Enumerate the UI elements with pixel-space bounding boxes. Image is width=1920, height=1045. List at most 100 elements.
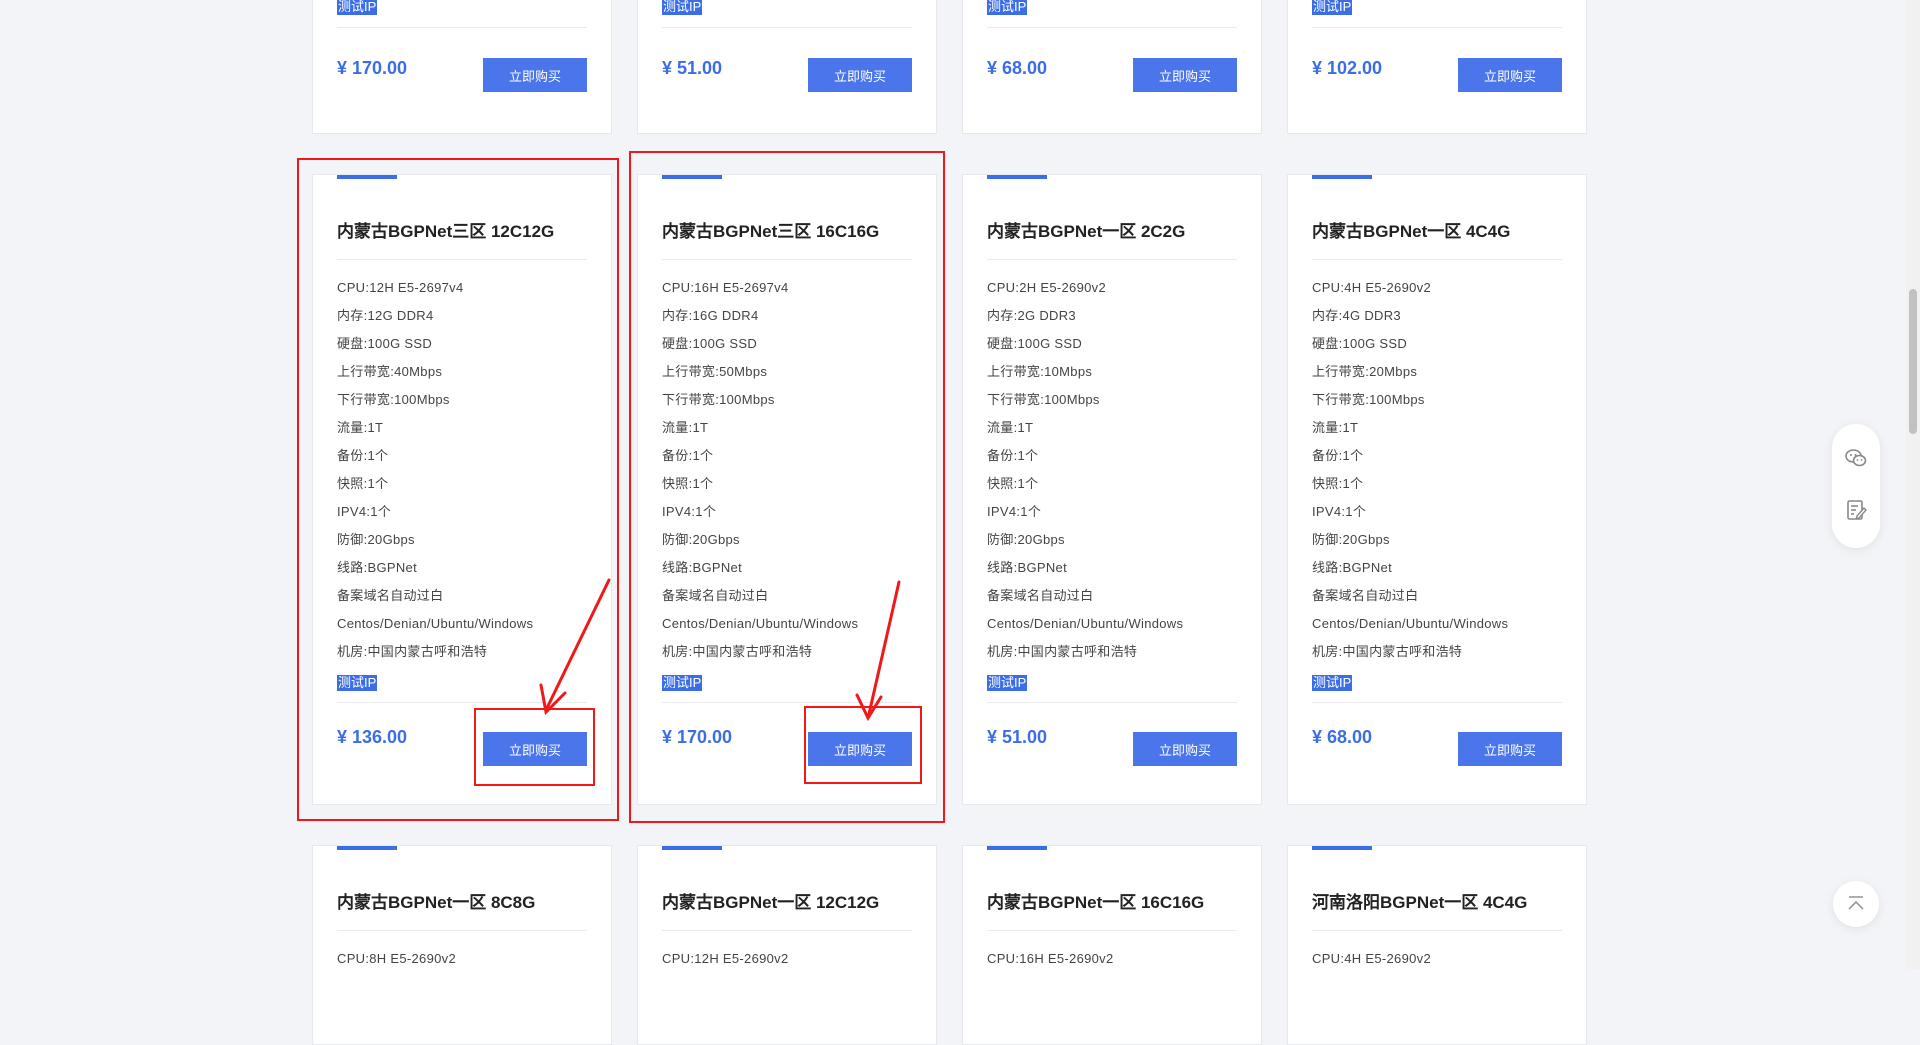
spec-item: 线路:BGPNet (987, 560, 1067, 575)
product-name: 内蒙古BGPNet一区 2C2G (987, 222, 1186, 241)
spec-item: CPU:12H E5-2690v2 (662, 951, 789, 966)
spec-item: Centos/Denian/Ubuntu/Windows (662, 616, 859, 631)
product-card: 内蒙古BGPNet三区 12C12G CPU:12H E5-2697v4 内存:… (312, 174, 612, 805)
card-accent (662, 846, 722, 850)
spec-item: 下行带宽:100Mbps (337, 392, 450, 407)
spec-item: IPV4:1个 (662, 504, 717, 519)
buy-now-button[interactable]: 立即购买 (1133, 58, 1237, 92)
spec-item: IPV4:1个 (987, 504, 1042, 519)
price: ¥ 51.00 (987, 727, 1048, 747)
spec-item: IPV4:1个 (1312, 504, 1367, 519)
buy-now-button[interactable]: 立即购买 (1458, 58, 1562, 92)
card-accent (337, 175, 397, 179)
spec-item: 防御:20Gbps (987, 532, 1065, 547)
product-name: 内蒙古BGPNet三区 16C16G (662, 222, 880, 241)
buy-now-button[interactable]: 立即购买 (1458, 732, 1562, 766)
annotation-arrows (539, 578, 901, 722)
spec-item: 线路:BGPNet (1312, 560, 1392, 575)
spec-item: 流量:1T (337, 420, 384, 435)
test-ip-link[interactable]: 测试IP (337, 0, 378, 15)
spec-item: 机房:中国内蒙古呼和浩特 (662, 644, 813, 659)
test-ip-link[interactable]: 测试IP (987, 0, 1028, 15)
spec-item: 上行带宽:10Mbps (987, 364, 1093, 379)
arrow-up-icon (1848, 896, 1864, 910)
spec-item: 硬盘:100G SSD (662, 336, 758, 351)
test-ip-link[interactable]: 测试IP (1312, 675, 1353, 691)
spec-item: 内存:12G DDR4 (337, 308, 434, 323)
spec-item: 快照:1个 (662, 476, 714, 491)
spec-item: IPV4:1个 (337, 504, 392, 519)
wechat-icon[interactable] (1844, 446, 1868, 470)
card-accent (987, 846, 1047, 850)
test-ip-link[interactable]: 测试IP (662, 0, 703, 15)
spec-item: Centos/Denian/Ubuntu/Windows (987, 616, 1184, 631)
scrollbar-thumb[interactable] (1909, 289, 1917, 434)
product-card: 测试IP ¥ 51.00 立即购买 (637, 0, 937, 134)
spec-list: CPU:4H E5-2690v2 内存:4G DDR3 硬盘:100G SSD … (1312, 279, 1508, 671)
spec-item: 线路:BGPNet (337, 560, 417, 575)
spec-item: 备份:1个 (662, 448, 714, 463)
spec-item: CPU:4H E5-2690v2 (1312, 951, 1431, 966)
spec-item: 防御:20Gbps (337, 532, 415, 547)
spec-list: CPU:2H E5-2690v2 内存:2G DDR3 硬盘:100G SSD … (987, 279, 1183, 671)
spec-item: 内存:2G DDR3 (987, 308, 1076, 323)
product-card: 内蒙古BGPNet一区 2C2G CPU:2H E5-2690v2 内存:2G … (962, 174, 1262, 805)
spec-item: 防御:20Gbps (1312, 532, 1390, 547)
spec-list: CPU:4H E5-2690v2 (1312, 950, 1431, 978)
edit-note-icon[interactable] (1844, 498, 1868, 522)
product-name: 内蒙古BGPNet一区 12C12G (662, 893, 880, 912)
spec-item: 备份:1个 (337, 448, 389, 463)
spec-item: 快照:1个 (1312, 476, 1364, 491)
test-ip-link[interactable]: 测试IP (1312, 0, 1353, 15)
spec-item: 备案域名自动过白 (987, 588, 1094, 603)
spec-item: 硬盘:100G SSD (337, 336, 433, 351)
product-card: 内蒙古BGPNet一区 8C8G CPU:8H E5-2690v2 (312, 845, 612, 1045)
spec-item: CPU:8H E5-2690v2 (337, 951, 456, 966)
product-name: 内蒙古BGPNet三区 12C12G (337, 222, 555, 241)
buy-now-button[interactable]: 立即购买 (483, 58, 587, 92)
test-ip-link[interactable]: 测试IP (987, 675, 1028, 691)
spec-list: CPU:12H E5-2690v2 (662, 950, 789, 978)
spec-item: 机房:中国内蒙古呼和浩特 (337, 644, 488, 659)
spec-item: 下行带宽:100Mbps (1312, 392, 1425, 407)
spec-item: 备案域名自动过白 (337, 588, 444, 603)
scrollbar-track[interactable] (1906, 0, 1920, 969)
spec-item: 线路:BGPNet (662, 560, 742, 575)
spec-item: 内存:4G DDR3 (1312, 308, 1401, 323)
spec-item: 上行带宽:50Mbps (662, 364, 768, 379)
spec-item: 机房:中国内蒙古呼和浩特 (987, 644, 1138, 659)
product-card: 内蒙古BGPNet一区 12C12G CPU:12H E5-2690v2 (637, 845, 937, 1045)
product-card: 测试IP ¥ 170.00 立即购买 (312, 0, 612, 134)
product-name: 内蒙古BGPNet一区 16C16G (987, 893, 1205, 912)
spec-item: 下行带宽:100Mbps (662, 392, 775, 407)
spec-item: 流量:1T (987, 420, 1034, 435)
spec-item: 流量:1T (1312, 420, 1359, 435)
price: ¥ 51.00 (662, 58, 723, 78)
spec-item: 备份:1个 (1312, 448, 1364, 463)
price: ¥ 170.00 (337, 58, 408, 78)
price: ¥ 170.00 (662, 727, 733, 747)
test-ip-link[interactable]: 测试IP (662, 675, 703, 691)
back-to-top-button[interactable] (1833, 881, 1879, 927)
spec-list: CPU:8H E5-2690v2 (337, 950, 456, 978)
spec-item: 机房:中国内蒙古呼和浩特 (1312, 644, 1463, 659)
card-accent (337, 846, 397, 850)
spec-item: CPU:12H E5-2697v4 (337, 280, 464, 295)
spec-item: 上行带宽:20Mbps (1312, 364, 1418, 379)
spec-item: 备案域名自动过白 (1312, 588, 1419, 603)
buy-now-button[interactable]: 立即购买 (1133, 732, 1237, 766)
spec-list: CPU:12H E5-2697v4 内存:12G DDR4 硬盘:100G SS… (337, 279, 533, 671)
card-accent (662, 175, 722, 179)
buy-now-button[interactable]: 立即购买 (808, 732, 912, 766)
product-card: 内蒙古BGPNet三区 16C16G CPU:16H E5-2697v4 内存:… (637, 174, 937, 805)
spec-item: 硬盘:100G SSD (987, 336, 1083, 351)
spec-item: 内存:16G DDR4 (662, 308, 759, 323)
buy-now-button[interactable]: 立即购买 (483, 732, 587, 766)
test-ip-link[interactable]: 测试IP (337, 675, 378, 691)
spec-item: CPU:2H E5-2690v2 (987, 280, 1106, 295)
buy-now-button[interactable]: 立即购买 (808, 58, 912, 92)
spec-item: 快照:1个 (337, 476, 389, 491)
spec-item: 快照:1个 (987, 476, 1039, 491)
price: ¥ 102.00 (1312, 58, 1383, 78)
spec-item: Centos/Denian/Ubuntu/Windows (1312, 616, 1509, 631)
